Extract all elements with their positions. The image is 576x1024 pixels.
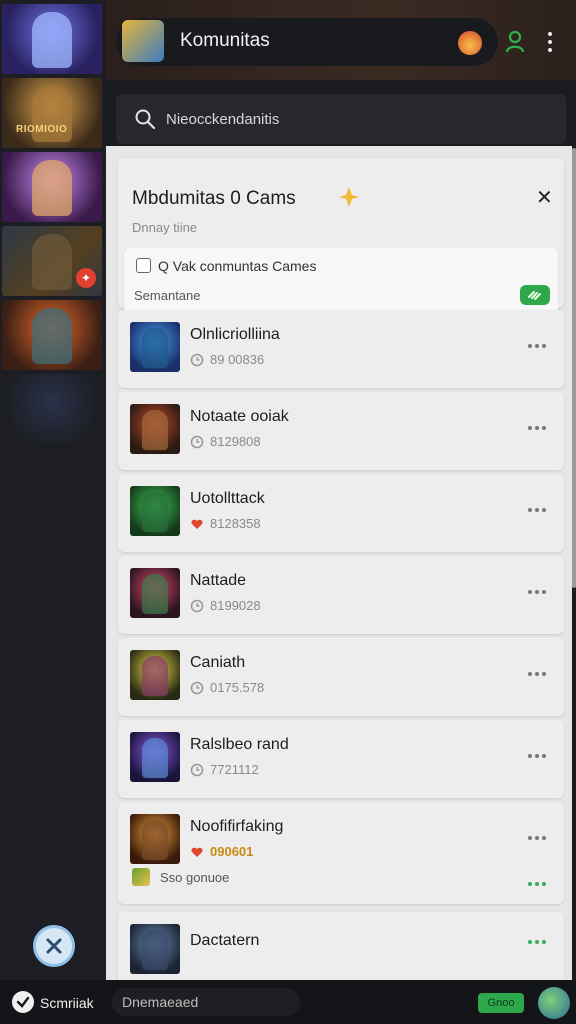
community-title: Dactatern [190,932,260,949]
community-card[interactable]: Dactatern [118,912,564,980]
more-icon[interactable] [528,940,546,944]
community-panel: Mbdumitas 0 Cams ✕ Dnnay tiine Q Vak con… [106,146,572,980]
community-rail: RIOMIOIO ✦ [0,0,106,980]
community-thumbnail [130,732,180,782]
create-community-dialog: Mbdumitas 0 Cams ✕ Dnnay tiine Q Vak con… [118,158,564,314]
message-input[interactable]: Dnemaeaed [112,988,300,1016]
flame-icon[interactable] [458,31,482,55]
community-thumbnail [130,486,180,536]
message-input-text: Dnemaeaed [122,994,199,1010]
community-card[interactable]: Notaate ooiak 8129808 [118,392,564,470]
community-card[interactable]: Ralslbeo rand 7721112 [118,720,564,798]
more-vertical-icon[interactable] [542,32,558,54]
community-meta: 7721112 [190,762,259,777]
community-thumbnail [130,924,180,974]
community-thumbnail [130,814,180,864]
more-icon[interactable] [528,426,546,430]
scrollbar[interactable] [572,148,576,588]
clock-icon [190,763,204,776]
community-title: Ralslbeo rand [190,736,289,753]
community-meta: 8128358 [190,516,261,531]
rail-community-2[interactable]: RIOMIOIO [2,78,102,148]
more-icon[interactable] [528,344,546,348]
checkbox-label: Q Vak conmuntas Cames [158,258,317,274]
rail-community-4[interactable]: ✦ [2,226,102,296]
go-button[interactable]: Gnoo [478,993,524,1013]
clock-icon [190,435,204,448]
user-icon[interactable] [504,30,526,54]
more-icon[interactable] [528,882,546,886]
clock-icon [190,353,204,366]
community-meta-value: 8129808 [210,434,261,449]
sparkle-icon [339,187,359,207]
heart-icon [191,847,203,857]
community-avatar[interactable] [122,20,164,62]
more-icon[interactable] [528,672,546,676]
rail-community-3[interactable] [2,152,102,222]
community-meta-value: 8199028 [210,598,261,613]
community-title: Uotollttack [190,490,265,507]
rail-community-1[interactable] [2,4,102,74]
search-icon [135,109,156,130]
community-meta: 8129808 [190,434,261,449]
rail-community-6[interactable] [2,374,102,444]
dialog-footer-label: Semantane [134,288,201,303]
more-icon[interactable] [528,508,546,512]
link-icon [528,291,541,300]
community-meta-value: 0175.578 [210,680,265,695]
community-extra: Sso gonuoe [132,868,229,886]
community-card[interactable]: Noofifirfaking 090601 Sso gonuoe [118,802,564,904]
heart-icon [191,519,203,529]
more-icon[interactable] [528,754,546,758]
community-card[interactable]: Uotollttack 8128358 [118,474,564,552]
community-meta-value: 89 00836 [210,352,265,367]
avatar[interactable] [538,987,570,1019]
confirm-toggle[interactable] [520,285,550,305]
more-icon[interactable] [528,836,546,840]
community-meta-value: 090601 [210,844,254,859]
community-card[interactable]: Nattade 8199028 [118,556,564,634]
community-card[interactable]: Olnlicriolliina 89 00836 [118,310,564,388]
community-thumbnail [130,322,180,372]
community-meta: 090601 [190,844,253,859]
community-meta: 0175.578 [190,680,264,695]
page-title: Komunitas [180,30,270,51]
dialog-checkbox[interactable] [136,258,151,273]
more-icon[interactable] [528,590,546,594]
dialog-title: Mbdumitas 0 Cams [132,188,296,209]
clock-icon [190,681,204,694]
dialog-option-box: Q Vak conmuntas Cames Semantane [124,248,558,314]
bottom-label: Scmriiak [40,995,94,1011]
clock-icon [190,599,204,612]
community-meta: 89 00836 [190,352,264,367]
app-root: RIOMIOIO ✦ Komunitas Nieocckendanitis Mb… [0,0,576,1024]
check-icon[interactable] [12,991,34,1013]
bottom-bar: Scmriiak Dnemaeaed Gnoo [0,980,576,1024]
community-card[interactable]: Caniath 0175.578 [118,638,564,716]
tools-button[interactable] [33,925,75,967]
tools-icon [46,938,62,954]
community-title: Noofifirfaking [190,818,284,835]
community-extra-label: Sso gonuoe [160,869,230,885]
community-title: Nattade [190,572,247,589]
game-icon [132,868,150,886]
community-meta: 8199028 [190,598,261,613]
community-title: Caniath [190,654,246,671]
header: Komunitas [106,0,576,80]
search-input[interactable]: Nieocckendanitis [166,111,279,128]
community-meta-value: 7721112 [210,762,259,777]
community-thumbnail [130,568,180,618]
search-bar[interactable]: Nieocckendanitis [116,94,566,144]
community-thumbnail [130,650,180,700]
community-title: Olnlicriolliina [190,326,280,343]
rail-community-5[interactable] [2,300,102,370]
community-thumbnail [130,404,180,454]
community-title: Notaate ooiak [190,408,289,425]
header-pill [116,18,498,66]
notification-badge: ✦ [76,268,96,288]
close-icon[interactable]: ✕ [536,188,553,208]
community-meta-value: 8128358 [210,516,261,531]
dialog-subtitle: Dnnay tiine [132,220,198,235]
